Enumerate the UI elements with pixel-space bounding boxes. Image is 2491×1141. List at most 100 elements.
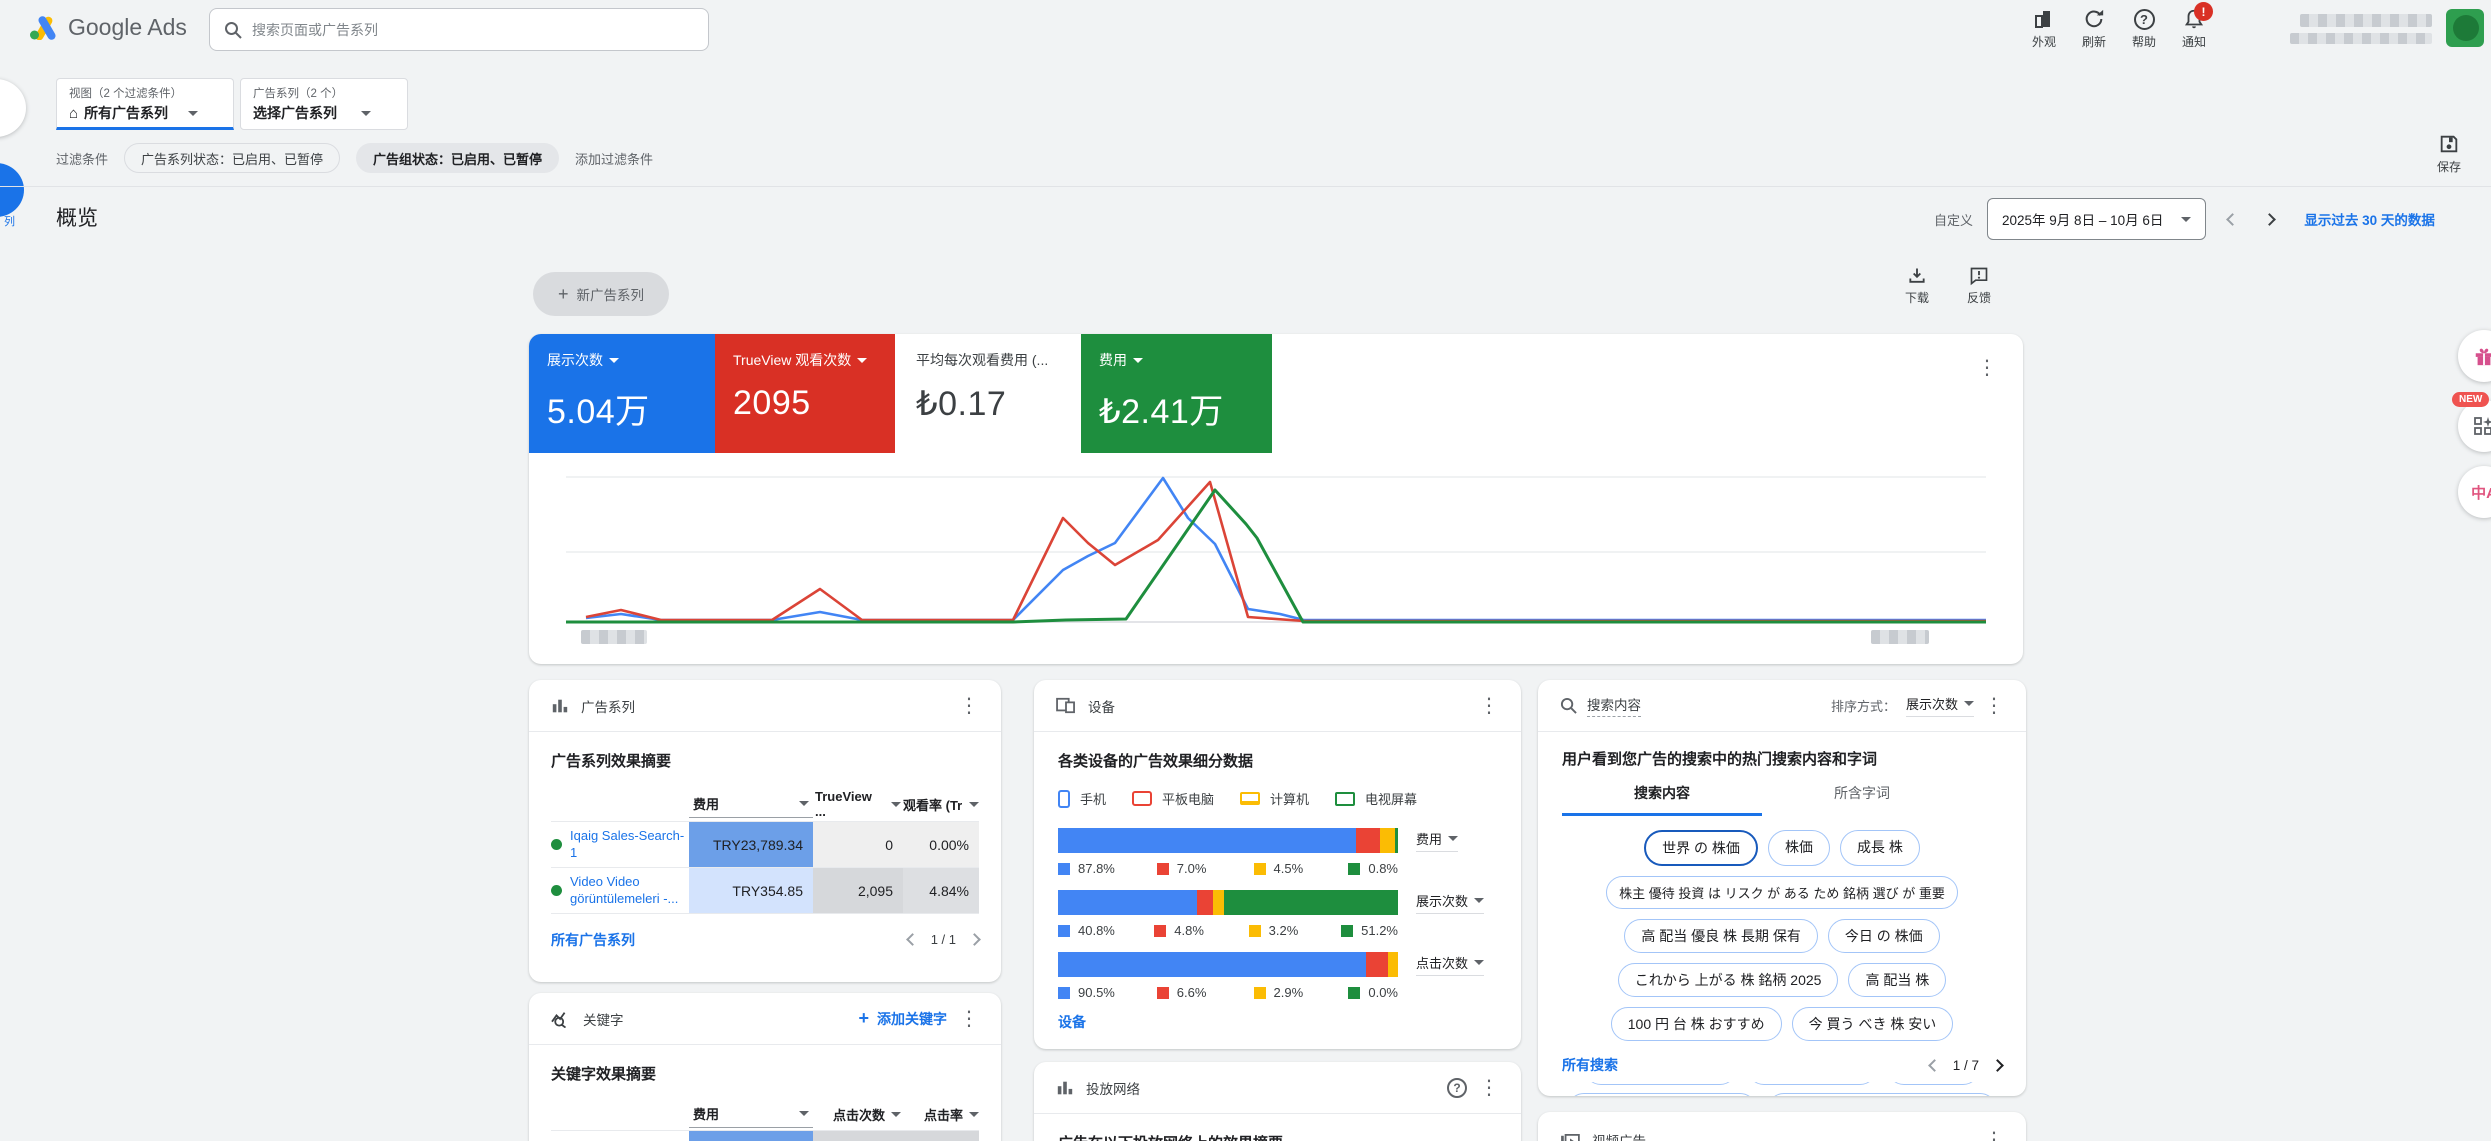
column-header-trueview[interactable]: TrueView ...: [813, 789, 903, 823]
rate-cell: 0.00%: [903, 822, 979, 867]
bar-metric-dropdown[interactable]: 费用: [1416, 829, 1458, 852]
avatar[interactable]: [2446, 9, 2484, 47]
all-searches-link[interactable]: 所有搜索: [1562, 1055, 1618, 1075]
legend-item-tv: 电视屏幕: [1335, 789, 1417, 808]
help-button[interactable]: ? 帮助: [2132, 9, 2156, 50]
nav-active-item-circle[interactable]: [0, 163, 24, 217]
search-term-chip[interactable]: [1767, 1093, 1997, 1096]
column-header-ctr[interactable]: 点击率: [903, 1105, 979, 1128]
campaign-link[interactable]: Video Video görüntülemeleri -...: [570, 874, 689, 907]
date-prev-button[interactable]: [2226, 213, 2239, 226]
scorecard-trueview-views[interactable]: TrueView 观看次数 2095: [715, 334, 895, 453]
series-impressions-line: [586, 478, 1986, 620]
caret-down-icon: [1133, 358, 1143, 363]
scorecard-impressions[interactable]: 展示次数 5.04万: [529, 334, 715, 453]
search-term-chip[interactable]: 高 配当 優良 株 長期 保有: [1624, 919, 1817, 953]
campaign-link[interactable]: Iqaig Sales-Search-1: [570, 828, 689, 861]
pct-tv: 0.8%: [1348, 861, 1398, 876]
global-search[interactable]: 搜索页面或广告系列: [209, 8, 709, 51]
scorecard-avg-cpv[interactable]: 平均每次观看费用 (... ₺0.17: [898, 334, 1081, 453]
search-term-chip[interactable]: [1567, 1093, 1757, 1096]
phone-icon: [1058, 790, 1070, 808]
page-next-button[interactable]: [1991, 1059, 2004, 1072]
networks-card-menu-button[interactable]: ⋮: [1479, 1078, 1499, 1098]
sort-by-dropdown[interactable]: 展示次数: [1906, 694, 1974, 717]
page-prev-button[interactable]: [1928, 1059, 1941, 1072]
download-icon: [1907, 266, 1927, 286]
stacked-bar-clicks: [1058, 952, 1398, 977]
search-term-chip[interactable]: 世界 の 株価: [1644, 830, 1758, 866]
add-keywords-link[interactable]: + 添加关键字: [858, 1008, 947, 1029]
appearance-button[interactable]: 外观: [2032, 8, 2056, 50]
devices-footer-link[interactable]: 设备: [1058, 1012, 1497, 1032]
campaigns-card-subtitle: 广告系列效果摘要: [551, 750, 979, 771]
page-title: 概览: [56, 202, 98, 232]
feedback-icon: [1969, 266, 1989, 286]
search-terms-card-menu-button[interactable]: ⋮: [1984, 696, 2004, 716]
help-icon[interactable]: ?: [1447, 1078, 1467, 1098]
caret-down-icon: [799, 801, 809, 806]
date-range-picker[interactable]: 2025年 9月 8日 – 10月 6日: [1987, 198, 2206, 240]
campaigns-card-footer: 所有广告系列 1 / 1: [551, 913, 979, 965]
save-button[interactable]: 保存: [2437, 133, 2461, 175]
page-next-button[interactable]: [968, 933, 981, 946]
clipped-chip-row: [1562, 1093, 2002, 1096]
laptop-icon: [1240, 792, 1260, 805]
devices-card: 设备 ⋮ 各类设备的广告效果细分数据 手机 平板电脑 计算机 电视屏幕: [1034, 680, 1521, 1049]
add-filter-button[interactable]: 添加过滤条件: [575, 149, 653, 168]
campaigns-card-title: 广告系列: [581, 696, 635, 716]
cost-cell: TRY354.85: [689, 868, 813, 913]
scorecard-cost-value: ₺2.41万: [1099, 384, 1254, 433]
all-campaigns-link[interactable]: 所有广告系列: [551, 930, 635, 950]
column-header-clicks[interactable]: 点击次数: [813, 1105, 903, 1128]
column-header-cost[interactable]: 费用: [689, 794, 813, 818]
translate-button[interactable]: 中A: [2458, 466, 2491, 518]
column-header-cost[interactable]: 费用: [689, 1104, 813, 1128]
legend-swatch: [1058, 987, 1070, 999]
tab-contained-words[interactable]: 所含字词: [1762, 783, 1962, 816]
feedback-button[interactable]: 反馈: [1967, 266, 1991, 306]
performance-line-chart[interactable]: [566, 462, 1986, 662]
chart-toolbar: 下载 反馈: [1905, 266, 1991, 306]
column-header-view-rate[interactable]: 观看率 (Tru...: [903, 795, 979, 818]
show-last-30-days-link[interactable]: 显示过去 30 天的数据: [2304, 209, 2435, 229]
scorecard-cost[interactable]: 费用 ₺2.41万: [1081, 334, 1272, 453]
promo-gift-button[interactable]: [2458, 330, 2491, 382]
search-term-chip[interactable]: 今 買う べき 株 安い: [1792, 1007, 1954, 1041]
search-term-chip[interactable]: 100 円 台 株 おすすめ: [1611, 1007, 1782, 1041]
bar-metric-dropdown[interactable]: 展示次数: [1416, 891, 1484, 914]
download-button[interactable]: 下载: [1905, 266, 1929, 306]
search-term-chip[interactable]: 株価: [1768, 830, 1830, 866]
devices-icon: [1056, 697, 1076, 714]
page-indicator: 1 / 1: [931, 932, 956, 947]
google-ads-logo[interactable]: Google Ads: [30, 14, 187, 41]
chart-card-menu-button[interactable]: ⋮: [1977, 358, 1997, 378]
date-mode-label: 自定义: [1934, 210, 1973, 229]
devices-card-menu-button[interactable]: ⋮: [1479, 696, 1499, 716]
google-ads-logo-icon: [30, 16, 56, 40]
bar-metric-dropdown[interactable]: 点击次数: [1416, 953, 1484, 976]
apps-new-feature-button[interactable]: [2458, 400, 2491, 452]
campaign-selector-value: 选择广告系列: [253, 103, 337, 123]
campaigns-card-menu-button[interactable]: ⋮: [959, 696, 979, 716]
search-term-chip[interactable]: これから 上がる 株 銘柄 2025: [1618, 963, 1839, 997]
nav-expand-button[interactable]: [0, 79, 26, 137]
filter-chip-campaign-status[interactable]: 广告系列状态：已启用、已暂停: [124, 143, 340, 173]
keywords-card-menu-button[interactable]: ⋮: [959, 1009, 979, 1029]
date-next-button[interactable]: [2263, 213, 2276, 226]
pct-tv: 51.2%: [1341, 923, 1398, 938]
video-ads-card-menu-button[interactable]: ⋮: [1984, 1130, 2004, 1141]
page-prev-button[interactable]: [906, 933, 919, 946]
refresh-button[interactable]: 刷新: [2082, 8, 2106, 50]
filter-chip-adgroup-status[interactable]: 广告组状态：已启用、已暂停: [356, 143, 559, 173]
search-term-chip[interactable]: 高 配当 株: [1848, 963, 1946, 997]
new-campaign-button[interactable]: + 新广告系列: [533, 272, 669, 316]
search-term-chip[interactable]: 成長 株: [1840, 830, 1920, 866]
campaign-selector[interactable]: 广告系列（2 个） 选择广告系列: [240, 78, 408, 130]
notifications-button[interactable]: ! 通知: [2182, 8, 2206, 50]
pct-computer: 4.5%: [1254, 861, 1349, 876]
search-term-chip[interactable]: 今日 の 株価: [1828, 919, 1940, 953]
view-selector[interactable]: 视图（2 个过滤条件） ⌂ 所有广告系列: [56, 78, 234, 130]
tab-search-terms[interactable]: 搜索内容: [1562, 783, 1762, 816]
search-term-chip[interactable]: 株主 優待 投資 は リスク が ある ため 銘柄 選び が 重要: [1606, 876, 1958, 909]
